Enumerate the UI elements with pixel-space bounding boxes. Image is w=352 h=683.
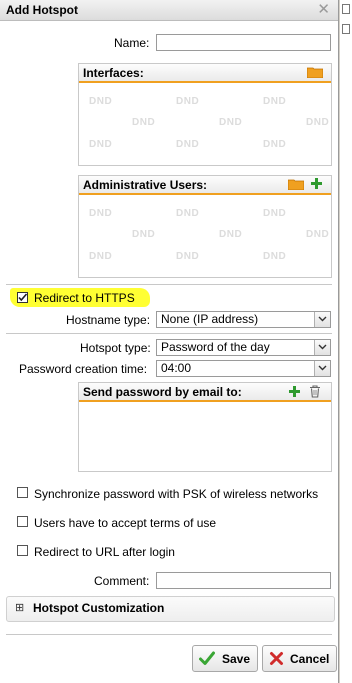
hostname-type-value: None (IP address) [161, 312, 259, 326]
dnd-placeholder: DND [306, 117, 330, 128]
chevron-down-icon [314, 361, 330, 376]
trash-icon[interactable] [309, 385, 321, 401]
redirect-https-label: Redirect to HTTPS [34, 291, 135, 305]
save-button-label: Save [222, 652, 251, 666]
dnd-placeholder: DND [176, 251, 200, 262]
dialog-titlebar: Add Hotspot ✕ [0, 0, 338, 21]
hotspot-customization-section[interactable]: ⊞ Hotspot Customization [6, 596, 335, 622]
expand-icon[interactable]: ⊞ [15, 601, 24, 614]
cancel-button-label: Cancel [290, 652, 330, 666]
sync-psk-label: Synchronize password with PSK of wireles… [34, 487, 319, 501]
hotspot-type-value: Password of the day [161, 340, 270, 354]
divider [6, 634, 332, 635]
background-window-edge [340, 0, 352, 683]
redirect-url-label: Redirect to URL after login [34, 545, 175, 559]
redirect-url-checkbox[interactable] [17, 545, 28, 556]
send-password-box[interactable]: Send password by email to: [78, 382, 332, 472]
send-password-title: Send password by email to: [83, 385, 242, 399]
interfaces-header: Interfaces: [79, 64, 331, 83]
accept-terms-label: Users have to accept terms of use [34, 516, 217, 530]
add-icon[interactable] [310, 177, 323, 193]
admin-users-box[interactable]: Administrative Users: DND DND DND DND DN… [78, 175, 332, 278]
redirect-https-checkbox[interactable] [17, 292, 28, 303]
dnd-placeholder: DND [89, 139, 113, 150]
admin-users-title: Administrative Users: [83, 178, 208, 192]
chevron-down-icon [314, 312, 330, 327]
dnd-placeholder: DND [132, 117, 156, 128]
dialog-title: Add Hotspot [6, 3, 78, 17]
dnd-placeholder: DND [89, 208, 113, 219]
dnd-placeholder: DND [263, 251, 287, 262]
cancel-button[interactable]: Cancel [262, 645, 337, 672]
background-box [342, 4, 350, 14]
hotspot-type-select[interactable]: Password of the day [156, 339, 331, 356]
dnd-placeholder: DND [89, 96, 113, 107]
divider [6, 333, 332, 334]
dnd-placeholder: DND [219, 117, 243, 128]
dnd-placeholder: DND [132, 229, 156, 240]
add-icon[interactable] [288, 385, 301, 401]
hotspot-type-label: Hotspot type: [80, 341, 151, 355]
interfaces-box[interactable]: Interfaces: DND DND DND DND DND DND DND … [78, 63, 332, 166]
hostname-type-label: Hostname type: [66, 313, 151, 327]
background-box [342, 24, 350, 34]
dnd-placeholder: DND [263, 139, 287, 150]
name-label: Name: [114, 36, 150, 50]
chevron-down-icon [314, 340, 330, 355]
password-creation-time-select[interactable]: 04:00 [156, 360, 331, 377]
checkmark-icon [199, 651, 215, 669]
dnd-placeholder: DND [263, 96, 287, 107]
accept-terms-checkbox[interactable] [17, 516, 28, 527]
dnd-placeholder: DND [306, 229, 330, 240]
interfaces-title: Interfaces: [83, 66, 144, 80]
save-button[interactable]: Save [192, 645, 258, 672]
hostname-type-select[interactable]: None (IP address) [156, 311, 331, 328]
admin-users-header: Administrative Users: [79, 176, 331, 195]
cancel-icon [269, 651, 284, 669]
send-password-header: Send password by email to: [79, 383, 331, 402]
add-hotspot-dialog: Add Hotspot ✕ Name: Interfaces: DND DND … [0, 0, 339, 683]
dnd-placeholder: DND [176, 208, 200, 219]
divider [6, 284, 332, 285]
dnd-placeholder: DND [263, 208, 287, 219]
dnd-placeholder: DND [176, 139, 200, 150]
sync-psk-checkbox[interactable] [17, 487, 28, 498]
folder-icon[interactable] [306, 66, 324, 81]
name-input[interactable] [156, 34, 331, 51]
dnd-placeholder: DND [89, 251, 113, 262]
comment-input[interactable] [156, 572, 331, 589]
password-creation-time-value: 04:00 [161, 361, 192, 375]
close-icon[interactable]: ✕ [317, 1, 330, 19]
comment-label: Comment: [94, 574, 150, 588]
hotspot-customization-label: Hotspot Customization [33, 601, 165, 615]
password-creation-time-label: Password creation time: [19, 362, 148, 376]
dnd-placeholder: DND [176, 96, 200, 107]
folder-icon[interactable] [287, 178, 305, 193]
dnd-placeholder: DND [219, 229, 243, 240]
